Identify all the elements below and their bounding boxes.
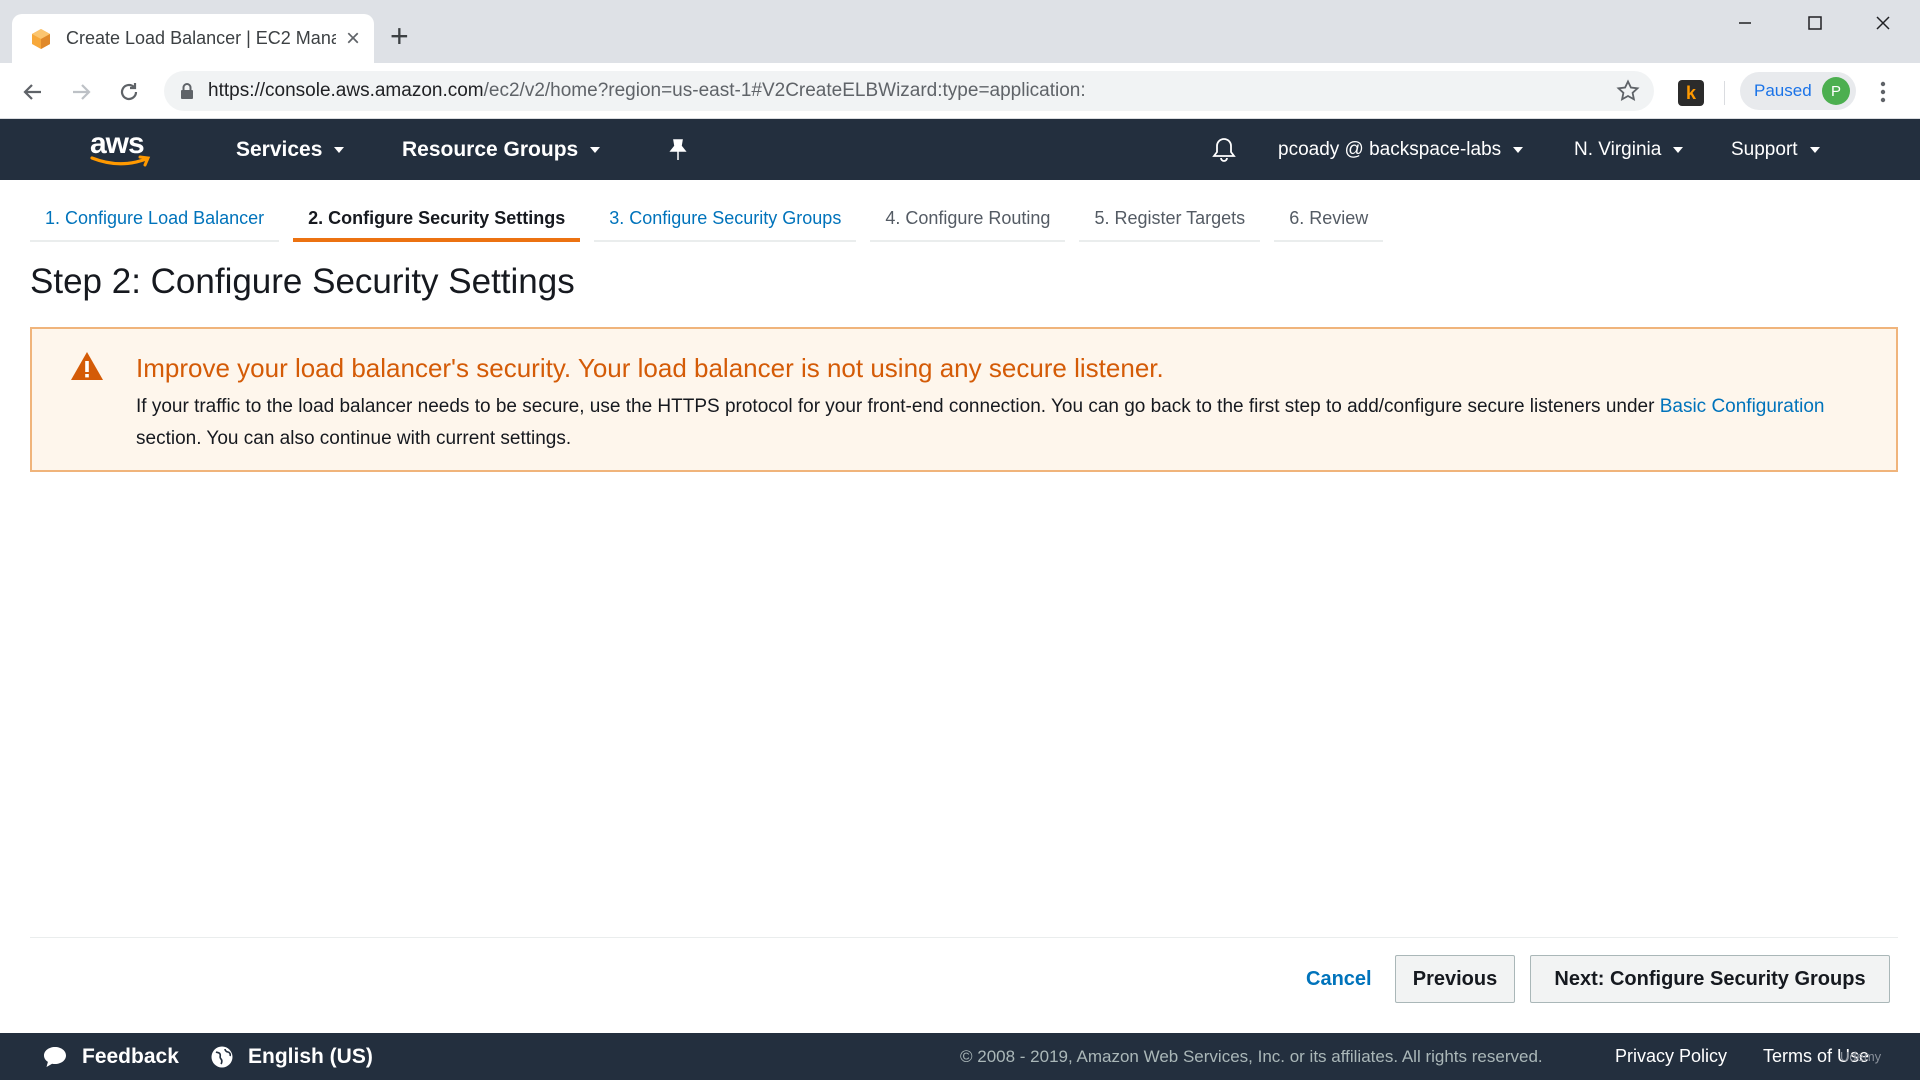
services-menu[interactable]: Services <box>236 119 345 180</box>
alert-body-text-end: section. You can also continue with curr… <box>136 428 572 449</box>
copyright-text: © 2008 - 2019, Amazon Web Services, Inc.… <box>960 1047 1543 1066</box>
chevron-down-icon <box>1513 146 1524 153</box>
udemy-watermark: Udemy <box>1840 1049 1882 1064</box>
security-warning-alert: Improve your load balancer's security. Y… <box>30 327 1898 472</box>
cancel-button[interactable]: Cancel <box>1290 955 1388 1003</box>
warning-icon <box>71 352 103 380</box>
back-arrow-icon[interactable] <box>18 77 48 107</box>
url-path: /ec2/v2/home?region=us-east-1#V2CreateEL… <box>483 80 1086 101</box>
chevron-down-icon <box>590 146 601 153</box>
profile-status: Paused <box>1754 81 1812 100</box>
globe-icon <box>211 1046 233 1067</box>
resource-groups-menu[interactable]: Resource Groups <box>402 119 601 180</box>
bell-icon[interactable] <box>1212 119 1236 180</box>
support-label: Support <box>1731 138 1798 160</box>
wizard-steps: 1. Configure Load Balancer 2. Configure … <box>30 196 1397 244</box>
wizard-step-configure-security-settings[interactable]: 2. Configure Security Settings <box>293 196 581 242</box>
privacy-policy-link[interactable]: Privacy Policy <box>1615 1046 1727 1067</box>
browser-menu-icon[interactable] <box>1880 81 1886 103</box>
extension-icon[interactable]: k <box>1678 80 1704 106</box>
forward-arrow-icon[interactable] <box>66 77 96 107</box>
tab-title: Create Load Balancer | EC2 Mana <box>66 28 336 48</box>
lock-icon <box>181 83 193 99</box>
wizard-step-configure-load-balancer[interactable]: 1. Configure Load Balancer <box>30 196 280 242</box>
chevron-down-icon <box>1673 146 1684 153</box>
wizard-step-register-targets: 5. Register Targets <box>1079 196 1261 242</box>
account-label: pcoady @ backspace-labs <box>1278 138 1502 160</box>
window-close-icon[interactable] <box>1850 8 1916 38</box>
next-button[interactable]: Next: Configure Security Groups <box>1530 955 1890 1003</box>
chevron-down-icon <box>1809 146 1820 153</box>
maximize-icon[interactable] <box>1782 8 1848 38</box>
chevron-down-icon <box>334 146 345 153</box>
reload-icon[interactable] <box>114 77 144 107</box>
console-footer: Feedback English (US) © 2008 - 2019, Ama… <box>0 1033 1920 1080</box>
browser-tab-bar: Create Load Balancer | EC2 Mana × + <box>0 0 1920 63</box>
aws-cube-icon <box>32 28 50 49</box>
feedback-link[interactable]: Feedback <box>42 1033 179 1080</box>
page-title: Step 2: Configure Security Settings <box>30 262 575 301</box>
account-menu[interactable]: pcoady @ backspace-labs <box>1278 119 1524 180</box>
new-tab-icon[interactable]: + <box>390 20 409 52</box>
tab-close-icon[interactable]: × <box>346 26 360 51</box>
alert-body-text: If your traffic to the load balancer nee… <box>136 396 1660 417</box>
alert-body: If your traffic to the load balancer nee… <box>136 391 1856 455</box>
pin-icon[interactable] <box>668 119 688 180</box>
region-label: N. Virginia <box>1574 138 1662 160</box>
wizard-step-configure-security-groups[interactable]: 3. Configure Security Groups <box>594 196 857 242</box>
previous-button[interactable]: Previous <box>1395 955 1515 1003</box>
url-text: https://console.aws.amazon.com/ec2/v2/ho… <box>208 80 1086 102</box>
basic-configuration-link[interactable]: Basic Configuration <box>1660 396 1825 417</box>
speech-bubble-icon <box>44 1046 66 1067</box>
toolbar-divider <box>1724 81 1725 105</box>
alert-heading: Improve your load balancer's security. Y… <box>136 353 1164 383</box>
feedback-label: Feedback <box>82 1044 179 1068</box>
language-selector[interactable]: English (US) <box>210 1033 373 1080</box>
actions-divider <box>30 937 1898 938</box>
url-host: https://console.aws.amazon.com <box>208 80 484 101</box>
wizard-step-review: 6. Review <box>1274 196 1384 242</box>
aws-logo[interactable]: aws <box>90 127 154 169</box>
bookmark-star-icon[interactable] <box>1616 79 1640 103</box>
profile-avatar: P <box>1822 77 1850 105</box>
services-label: Services <box>236 137 323 161</box>
language-label: English (US) <box>248 1044 373 1068</box>
resource-groups-label: Resource Groups <box>402 137 579 161</box>
support-menu[interactable]: Support <box>1731 119 1820 180</box>
browser-tab[interactable]: Create Load Balancer | EC2 Mana × <box>12 14 374 63</box>
aws-console-nav: aws Services Resource Groups pcoady @ ba… <box>0 119 1920 180</box>
aws-logo-text: aws <box>90 127 145 160</box>
minimize-icon[interactable] <box>1712 8 1778 38</box>
wizard-step-configure-routing: 4. Configure Routing <box>870 196 1066 242</box>
address-bar[interactable]: https://console.aws.amazon.com/ec2/v2/ho… <box>164 71 1654 111</box>
profile-button[interactable]: Paused P <box>1740 72 1856 110</box>
region-menu[interactable]: N. Virginia <box>1574 119 1684 180</box>
browser-toolbar: https://console.aws.amazon.com/ec2/v2/ho… <box>0 63 1920 119</box>
